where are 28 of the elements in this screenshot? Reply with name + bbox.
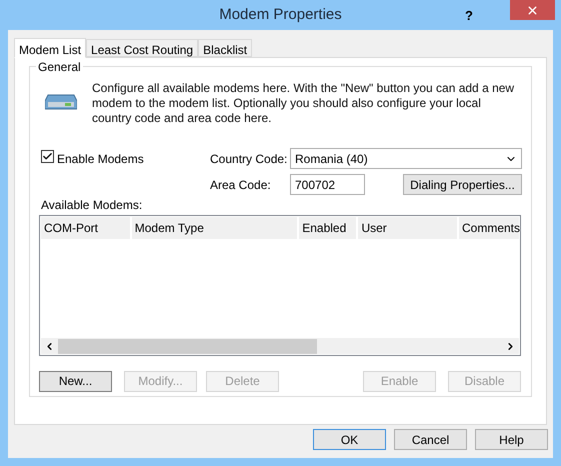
column-header[interactable]: Enabled — [299, 217, 356, 239]
network-device-icon — [45, 93, 77, 111]
modem-list[interactable]: COM-Port Modem Type Enabled User Comments — [39, 215, 521, 356]
close-icon — [526, 4, 539, 16]
tab[interactable]: Modem List — [14, 38, 86, 58]
area-code-field[interactable]: 700702 — [290, 174, 365, 195]
list-action-button[interactable]: New... — [39, 370, 112, 392]
horizontal-scrollbar[interactable] — [41, 338, 519, 354]
help-button[interactable]: ? — [465, 6, 473, 26]
column-header[interactable]: Comments — [459, 217, 519, 239]
field-label: Area Code: — [210, 176, 272, 194]
tab[interactable]: Least Cost Routing — [86, 39, 198, 57]
column-header[interactable]: Modem Type — [132, 217, 298, 239]
enable-modems-checkbox[interactable] — [41, 150, 54, 163]
dialog-button[interactable]: Cancel — [394, 429, 467, 450]
dialing-properties-button[interactable]: Dialing Properties... — [403, 174, 522, 195]
close-button[interactable] — [510, 0, 555, 20]
dialog-button[interactable]: OK — [313, 429, 386, 450]
window-title: Modem Properties — [219, 4, 342, 25]
checkbox-label: Enable Modems — [57, 151, 144, 168]
tab[interactable]: Blacklist — [198, 39, 252, 57]
column-header[interactable]: COM-Port — [41, 217, 130, 239]
country-code-dropdown[interactable]: Romania (40) — [290, 148, 522, 169]
list-label: Available Modems: — [41, 197, 144, 214]
field-label: Country Code: — [210, 150, 288, 168]
dialog-button[interactable]: Help — [475, 429, 548, 450]
description-text: Configure all available modems here. With the "New" button you can add a new modem to the modem list. Optionally you should also configure your local country code and area code here. — [92, 81, 516, 126]
column-header[interactable]: User — [358, 217, 457, 239]
